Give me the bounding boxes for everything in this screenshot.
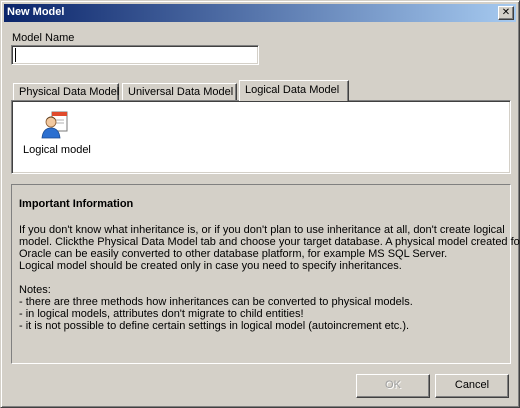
info-line: If you don't know what inheritance is, o… [19, 224, 505, 236]
new-model-dialog: New Model ✕ Model Name Physical Data Mod… [0, 0, 520, 408]
note-line: - in logical models, attributes don't mi… [19, 308, 304, 320]
close-icon: ✕ [501, 7, 511, 18]
info-text: If you don't know what inheritance is, o… [19, 224, 520, 332]
note-line: - it is not possible to define certain s… [19, 320, 410, 332]
model-type-label: Logical model [23, 144, 91, 156]
info-line: Logical model should be created only in … [19, 260, 402, 272]
window-title: New Model [7, 6, 65, 18]
model-type-logical-model[interactable]: Logical model [20, 107, 91, 161]
model-name-input[interactable] [11, 45, 259, 65]
tab-label: Physical Data Model [19, 86, 120, 98]
info-heading: Important Information [19, 198, 134, 210]
model-name-label: Model Name [12, 32, 75, 44]
logical-model-icon [41, 111, 68, 139]
info-line: model. Clickthe Physical Data Model tab … [19, 236, 520, 248]
tab-physical-data-model[interactable]: Physical Data Model [13, 83, 119, 101]
tab-label: Universal Data Model [128, 86, 234, 98]
tab-label: Logical Data Model [245, 84, 340, 96]
note-line: - there are three methods how inheritanc… [19, 296, 413, 308]
tab-logical-data-model[interactable]: Logical Data Model [239, 80, 349, 101]
cancel-button[interactable]: Cancel [435, 374, 509, 398]
notes-heading: Notes: [19, 284, 51, 296]
title-bar: New Model ✕ [4, 4, 516, 22]
text-caret [15, 48, 16, 62]
close-button[interactable]: ✕ [498, 6, 514, 20]
info-line: Oracle can be easily converted to other … [19, 248, 448, 260]
ok-button[interactable]: OK [356, 374, 430, 398]
tab-panel-logical: Logical model [11, 100, 511, 174]
tab-universal-data-model[interactable]: Universal Data Model [122, 83, 237, 101]
important-information-panel: Important Information If you don't know … [11, 184, 520, 364]
